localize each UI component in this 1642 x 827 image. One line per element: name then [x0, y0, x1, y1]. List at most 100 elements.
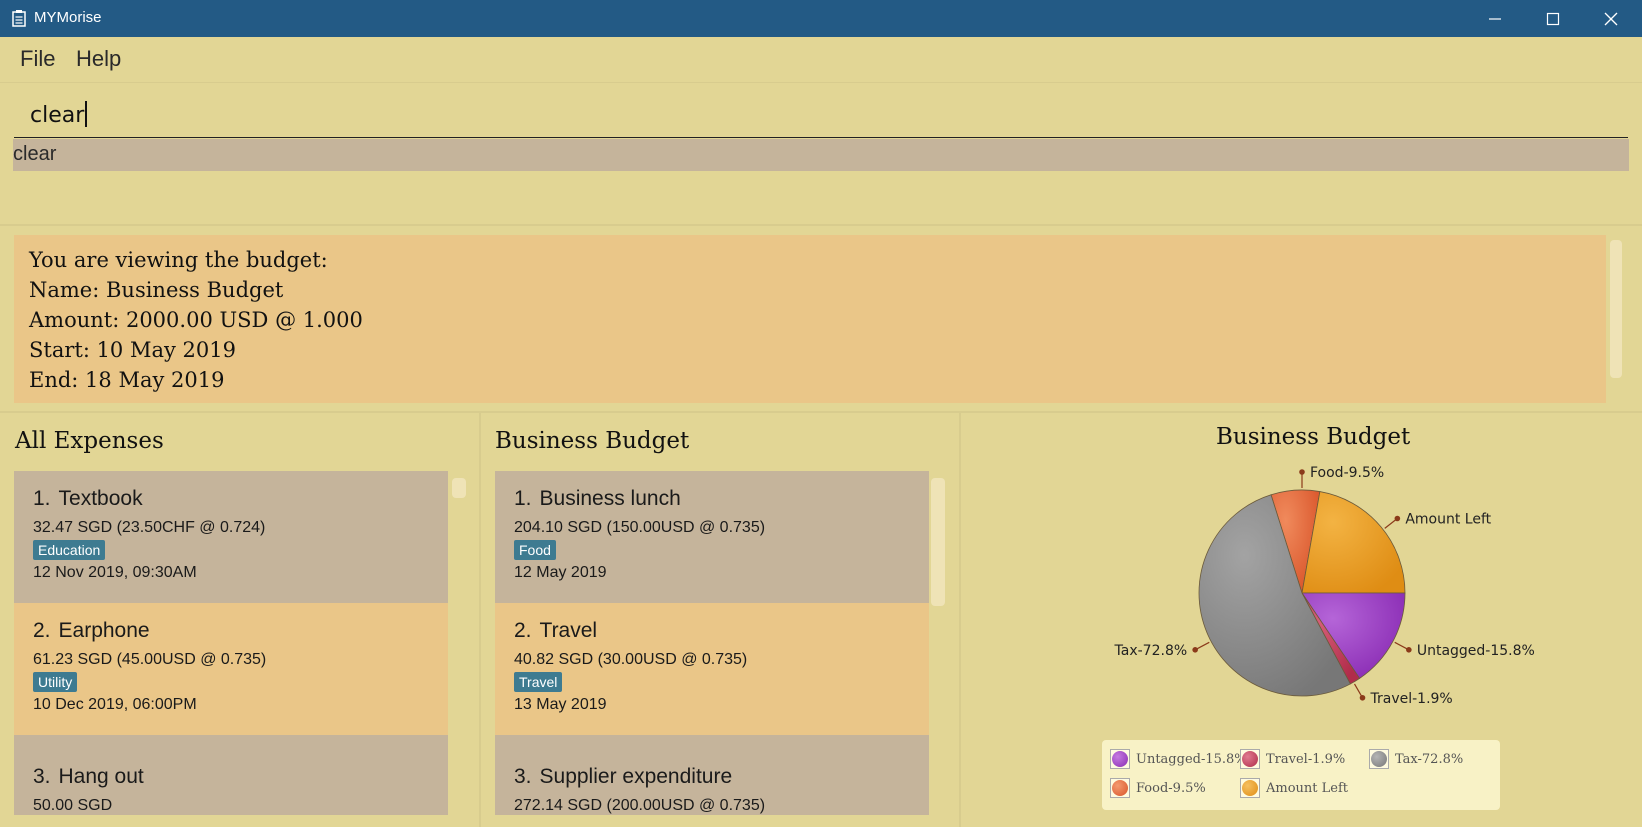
menu-bar: File Help	[0, 37, 1642, 82]
expense-tag: Food	[514, 540, 556, 560]
text-caret	[85, 101, 87, 127]
pie-slice-label: Untagged-15.8%	[1417, 643, 1535, 659]
minimize-button[interactable]	[1466, 0, 1524, 37]
pie-slice-label: Tax-72.8%	[1114, 643, 1188, 659]
legend-dot	[1112, 751, 1128, 767]
legend-swatch	[1110, 778, 1130, 798]
title-bar: MYMorise	[0, 0, 1642, 37]
all-expenses-title: All Expenses	[15, 428, 164, 454]
close-icon	[1604, 12, 1618, 25]
expense-amount: 32.47 SGD (23.50CHF @ 0.724)	[33, 519, 266, 536]
legend-label: Travel-1.9%	[1266, 751, 1346, 767]
expense-tag: Utility	[33, 672, 78, 692]
expense-tag: Travel	[514, 672, 563, 692]
expense-index: 3.	[514, 765, 532, 788]
expense-amount: 40.82 SGD (30.00USD @ 0.735)	[514, 651, 748, 668]
app-icon	[12, 10, 26, 27]
expense-tag: Education	[33, 540, 106, 560]
expense-amount: 61.23 SGD (45.00USD @ 0.735)	[33, 651, 267, 668]
legend-dot	[1112, 780, 1128, 796]
expense-card[interactable]: 3. Supplier expenditure 272.14 SGD (200.0…	[495, 735, 929, 815]
command-input-text: clear	[30, 103, 85, 128]
all-expenses-list: 1. Textbook 32.47 SGD (23.50CHF @ 0.724) …	[14, 471, 448, 815]
legend-item: Amount Left	[1240, 776, 1348, 800]
divider	[0, 411, 1642, 413]
info-panel-scrollbar[interactable]	[1610, 240, 1622, 378]
expense-index: 2.	[33, 619, 51, 642]
pie-leader-dot	[1359, 694, 1366, 701]
expense-amount: 204.10 SGD (150.00USD @ 0.735)	[514, 519, 766, 536]
legend-item: Tax-72.8%	[1369, 747, 1463, 771]
expense-amount: 50.00 SGD	[33, 797, 113, 814]
expense-date: 12 Nov 2019, 09:30AM	[33, 564, 197, 581]
legend-label: Food-9.5%	[1136, 780, 1206, 796]
command-input[interactable]: clear	[14, 95, 1628, 138]
command-result-text: clear	[13, 143, 57, 165]
legend-dot	[1242, 751, 1258, 767]
close-button[interactable]	[1582, 0, 1640, 37]
chart-legend: Untagged-15.8% Travel-1.9% Tax-72.8% Foo…	[1102, 740, 1500, 810]
pie-leader-dot	[1299, 469, 1305, 475]
pie-slice-label: Travel-1.9%	[1370, 691, 1453, 707]
pie-slice-amount-left	[1301, 491, 1406, 594]
legend-label: Amount Left	[1266, 780, 1349, 796]
expense-name: Textbook	[58, 487, 143, 510]
expense-card[interactable]: 3. Hang out 50.00 SGD	[14, 735, 448, 815]
expense-date: 13 May 2019	[514, 696, 607, 713]
expense-name: Supplier expenditure	[539, 765, 733, 788]
budget-info-end: End: 18 May 2019	[29, 368, 225, 392]
budget-info-panel: You are viewing the budget: Name: Busine…	[14, 235, 1606, 403]
expense-index: 2.	[514, 619, 532, 642]
divider	[0, 224, 1642, 226]
legend-label: Untagged-15.8%	[1136, 751, 1247, 767]
expense-card[interactable]: 1. Business lunch 204.10 SGD (150.00USD @…	[495, 471, 929, 603]
budget-expenses-list: 1. Business lunch 204.10 SGD (150.00USD @…	[495, 471, 929, 815]
legend-label: Tax-72.8%	[1395, 751, 1464, 767]
budget-info-start: Start: 10 May 2019	[29, 338, 236, 362]
legend-swatch	[1240, 778, 1260, 798]
budget-expenses-title: Business Budget	[495, 428, 690, 454]
minimize-icon	[1489, 17, 1501, 20]
legend-swatch	[1110, 749, 1130, 769]
expense-amount: 272.14 SGD (200.00USD @ 0.735)	[514, 797, 766, 814]
expense-card[interactable]: 1. Textbook 32.47 SGD (23.50CHF @ 0.724) …	[14, 471, 448, 603]
budget-info-heading: You are viewing the budget:	[29, 248, 328, 272]
expense-name: Travel	[539, 619, 598, 642]
menu-help[interactable]: Help	[76, 46, 121, 72]
legend-swatch	[1240, 749, 1260, 769]
chart-title: Business Budget	[1216, 424, 1411, 450]
expense-name: Business lunch	[539, 487, 681, 510]
legend-item: Untagged-15.8%	[1110, 747, 1247, 771]
divider	[479, 412, 481, 827]
budget-info-amount: Amount: 2000.00 USD @ 1.000	[29, 308, 363, 332]
menu-file[interactable]: File	[20, 46, 55, 72]
command-area: clear clear	[0, 82, 1642, 225]
expense-card[interactable]: 2. Earphone 61.23 SGD (45.00USD @ 0.735) …	[14, 603, 448, 735]
expense-index: 1.	[33, 487, 51, 510]
expense-name: Earphone	[58, 619, 150, 642]
expense-index: 3.	[33, 765, 51, 788]
pie-leader-dot	[1406, 647, 1412, 653]
pie-slice-label: Amount Left	[1405, 512, 1491, 528]
budget-info-name: Name: Business Budget	[29, 278, 284, 302]
legend-dot	[1371, 751, 1387, 767]
pie-leader-dot	[1394, 515, 1401, 522]
legend-swatch	[1369, 749, 1389, 769]
all-expenses-scrollbar[interactable]	[452, 478, 466, 498]
expense-date: 10 Dec 2019, 06:00PM	[33, 696, 197, 713]
expense-name: Hang out	[58, 765, 144, 788]
window-title: MYMorise	[34, 9, 102, 26]
expense-index: 1.	[514, 487, 532, 510]
maximize-icon	[1546, 12, 1560, 25]
pie-leader-dot	[1192, 647, 1198, 653]
maximize-button[interactable]	[1524, 0, 1582, 37]
legend-item: Travel-1.9%	[1240, 747, 1345, 771]
command-result-box: clear	[13, 139, 1629, 171]
legend-item: Food-9.5%	[1110, 776, 1206, 800]
pie-slice-label: Food-9.5%	[1310, 465, 1384, 481]
pie-chart: Food-9.5% Amount Left Untagged-15.8% Travel…	[1114, 465, 1535, 707]
budget-expenses-scrollbar[interactable]	[931, 478, 945, 606]
expense-card[interactable]: 2. Travel 40.82 SGD (30.00USD @ 0.735) Tr…	[495, 603, 929, 735]
legend-dot	[1242, 780, 1258, 796]
expense-date: 12 May 2019	[514, 564, 607, 581]
